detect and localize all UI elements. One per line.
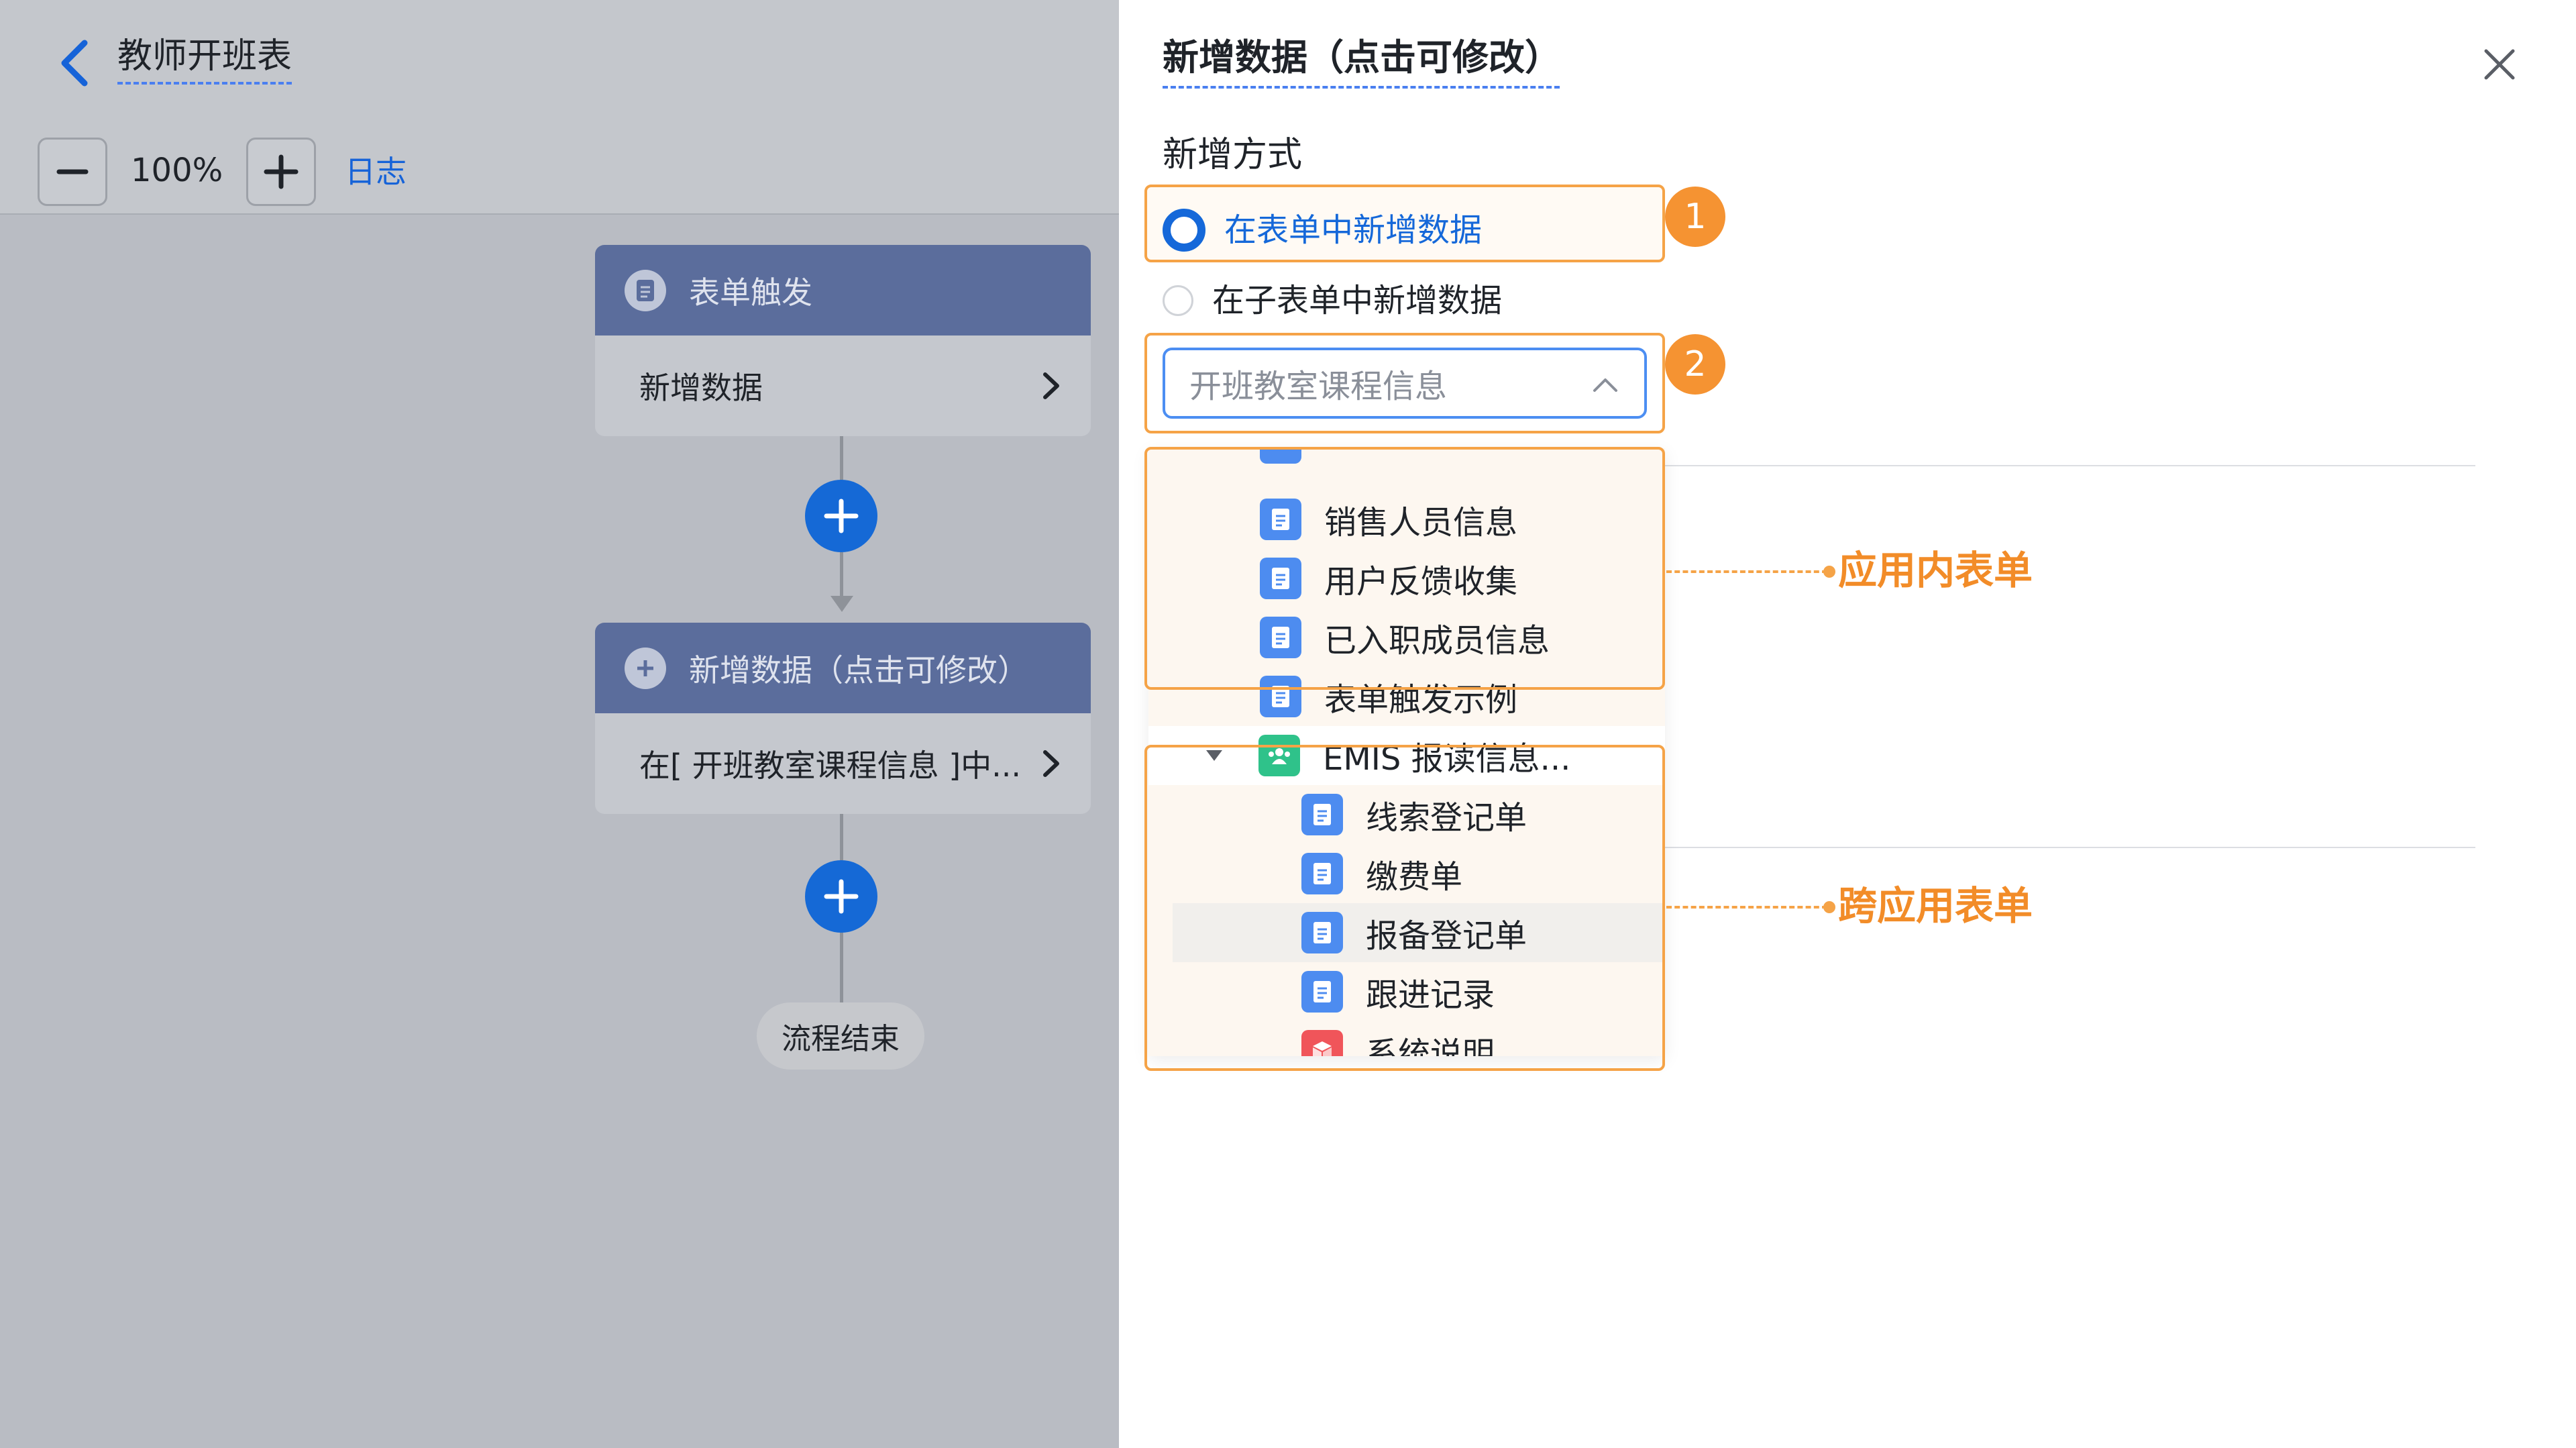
minus-icon: [56, 169, 89, 174]
zoom-level: 100%: [131, 152, 223, 189]
annotation-cross-app: 跨应用表单: [1838, 883, 2033, 929]
form-icon: [625, 269, 666, 311]
action-node-title: 新增数据（点击可修改）: [689, 652, 1028, 688]
arrow-down-icon: [830, 596, 853, 612]
chevron-up-icon: [1593, 378, 1617, 392]
radio-option-form[interactable]: 在表单中新增数据: [1163, 209, 1482, 252]
radio-unselected[interactable]: [1163, 285, 1193, 316]
chevron-right-icon: [1043, 750, 1059, 777]
page-title: 教师开班表: [117, 32, 292, 85]
radio-selected[interactable]: [1163, 209, 1205, 252]
divider: [1657, 465, 2475, 466]
trigger-node[interactable]: 表单触发 新增数据: [595, 245, 1091, 436]
annotation-leader-line: [1666, 570, 1827, 573]
add-circle-icon: [625, 647, 666, 689]
panel-title[interactable]: 新增数据（点击可修改）: [1163, 32, 1561, 89]
highlight-box-in-app: [1144, 447, 1665, 690]
plus-icon: [824, 499, 859, 533]
annotation-dot: [1823, 566, 1835, 578]
form-select-value: 开班教室课程信息: [1189, 368, 1448, 405]
form-select[interactable]: 开班教室课程信息: [1163, 348, 1647, 419]
back-arrow-icon[interactable]: [55, 38, 95, 89]
trigger-node-title: 表单触发: [689, 274, 812, 311]
action-node[interactable]: 新增数据（点击可修改） 在[ 开班教室课程信息 ]中...: [595, 623, 1091, 814]
annotation-dot: [1823, 901, 1835, 913]
zoom-out-button[interactable]: [38, 138, 107, 206]
trigger-node-body: 新增数据: [639, 370, 763, 406]
plus-icon: [264, 154, 299, 189]
log-link[interactable]: 日志: [345, 152, 407, 192]
highlight-box-cross-app: [1144, 745, 1665, 1071]
radio-label-form: 在表单中新增数据: [1224, 211, 1483, 249]
chevron-right-icon: [1043, 372, 1059, 399]
radio-label-subform: 在子表单中新增数据: [1212, 282, 1503, 319]
flow-end: 流程结束: [757, 1002, 924, 1070]
divider: [1657, 847, 2475, 848]
step-badge-2: 2: [1665, 334, 1725, 395]
add-node-button[interactable]: [805, 860, 877, 933]
add-node-button[interactable]: [805, 480, 877, 552]
step-badge-1: 1: [1665, 187, 1725, 247]
method-label: 新增方式: [1163, 135, 1303, 175]
annotation-in-app: 应用内表单: [1838, 548, 2033, 593]
zoom-in-button[interactable]: [246, 138, 316, 206]
plus-icon: [824, 879, 859, 914]
radio-option-subform[interactable]: 在子表单中新增数据: [1163, 280, 1502, 321]
close-icon[interactable]: [2481, 46, 2518, 83]
action-node-body: 在[ 开班教室课程信息 ]中...: [639, 747, 1022, 784]
annotation-leader-line: [1666, 906, 1827, 909]
